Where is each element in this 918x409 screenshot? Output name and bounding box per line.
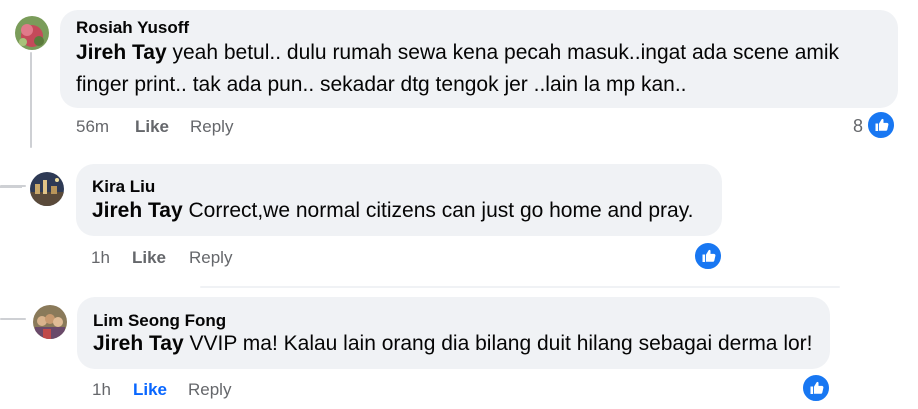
comment-text-line: Correct,we normal citizens can just go h…: [182, 199, 694, 222]
reply-connector: [0, 150, 22, 188]
divider: [200, 286, 840, 288]
like-reaction-icon[interactable]: [866, 110, 896, 140]
like-button[interactable]: Like: [133, 380, 167, 400]
like-button[interactable]: Like: [135, 117, 169, 137]
comment-author[interactable]: Kira Liu: [92, 177, 155, 197]
like-reaction-icon[interactable]: [693, 241, 723, 271]
mention-link[interactable]: Jireh Tay: [76, 41, 167, 64]
mention-link[interactable]: Jireh Tay: [93, 332, 184, 355]
comment-text-line: yeah betul.. dulu rumah sewa kena pecah …: [166, 41, 840, 64]
comment-timestamp[interactable]: 56m: [76, 117, 109, 137]
reply-button[interactable]: Reply: [189, 248, 232, 268]
avatar[interactable]: [30, 172, 64, 206]
comment-author[interactable]: Rosiah Yusoff: [76, 18, 189, 38]
comment-text-line: finger print.. tak ada pun.. sekadar dtg…: [76, 73, 687, 96]
like-button[interactable]: Like: [132, 248, 166, 268]
reply-button[interactable]: Reply: [190, 117, 233, 137]
avatar[interactable]: [33, 305, 67, 339]
thread-line: [30, 52, 32, 148]
comment-timestamp[interactable]: 1h: [92, 380, 111, 400]
connector-line: [0, 185, 26, 187]
avatar[interactable]: [15, 16, 49, 50]
reaction-count[interactable]: 8: [853, 116, 863, 137]
mention-link[interactable]: Jireh Tay: [92, 199, 183, 222]
like-reaction-icon[interactable]: [801, 373, 831, 403]
comment-text-line: VVIP ma! Kalau lain orang dia bilang dui…: [183, 332, 813, 355]
connector-line: [0, 318, 26, 320]
comment-text: Jireh Tay Correct,we normal citizens can…: [92, 196, 694, 226]
comment-text: Jireh Tay yeah betul.. dulu rumah sewa k…: [76, 38, 839, 68]
comment-text: Jireh Tay VVIP ma! Kalau lain orang dia …: [93, 329, 813, 359]
comment-author[interactable]: Lim Seong Fong: [93, 311, 226, 331]
reply-button[interactable]: Reply: [188, 380, 231, 400]
comment-timestamp[interactable]: 1h: [91, 248, 110, 268]
